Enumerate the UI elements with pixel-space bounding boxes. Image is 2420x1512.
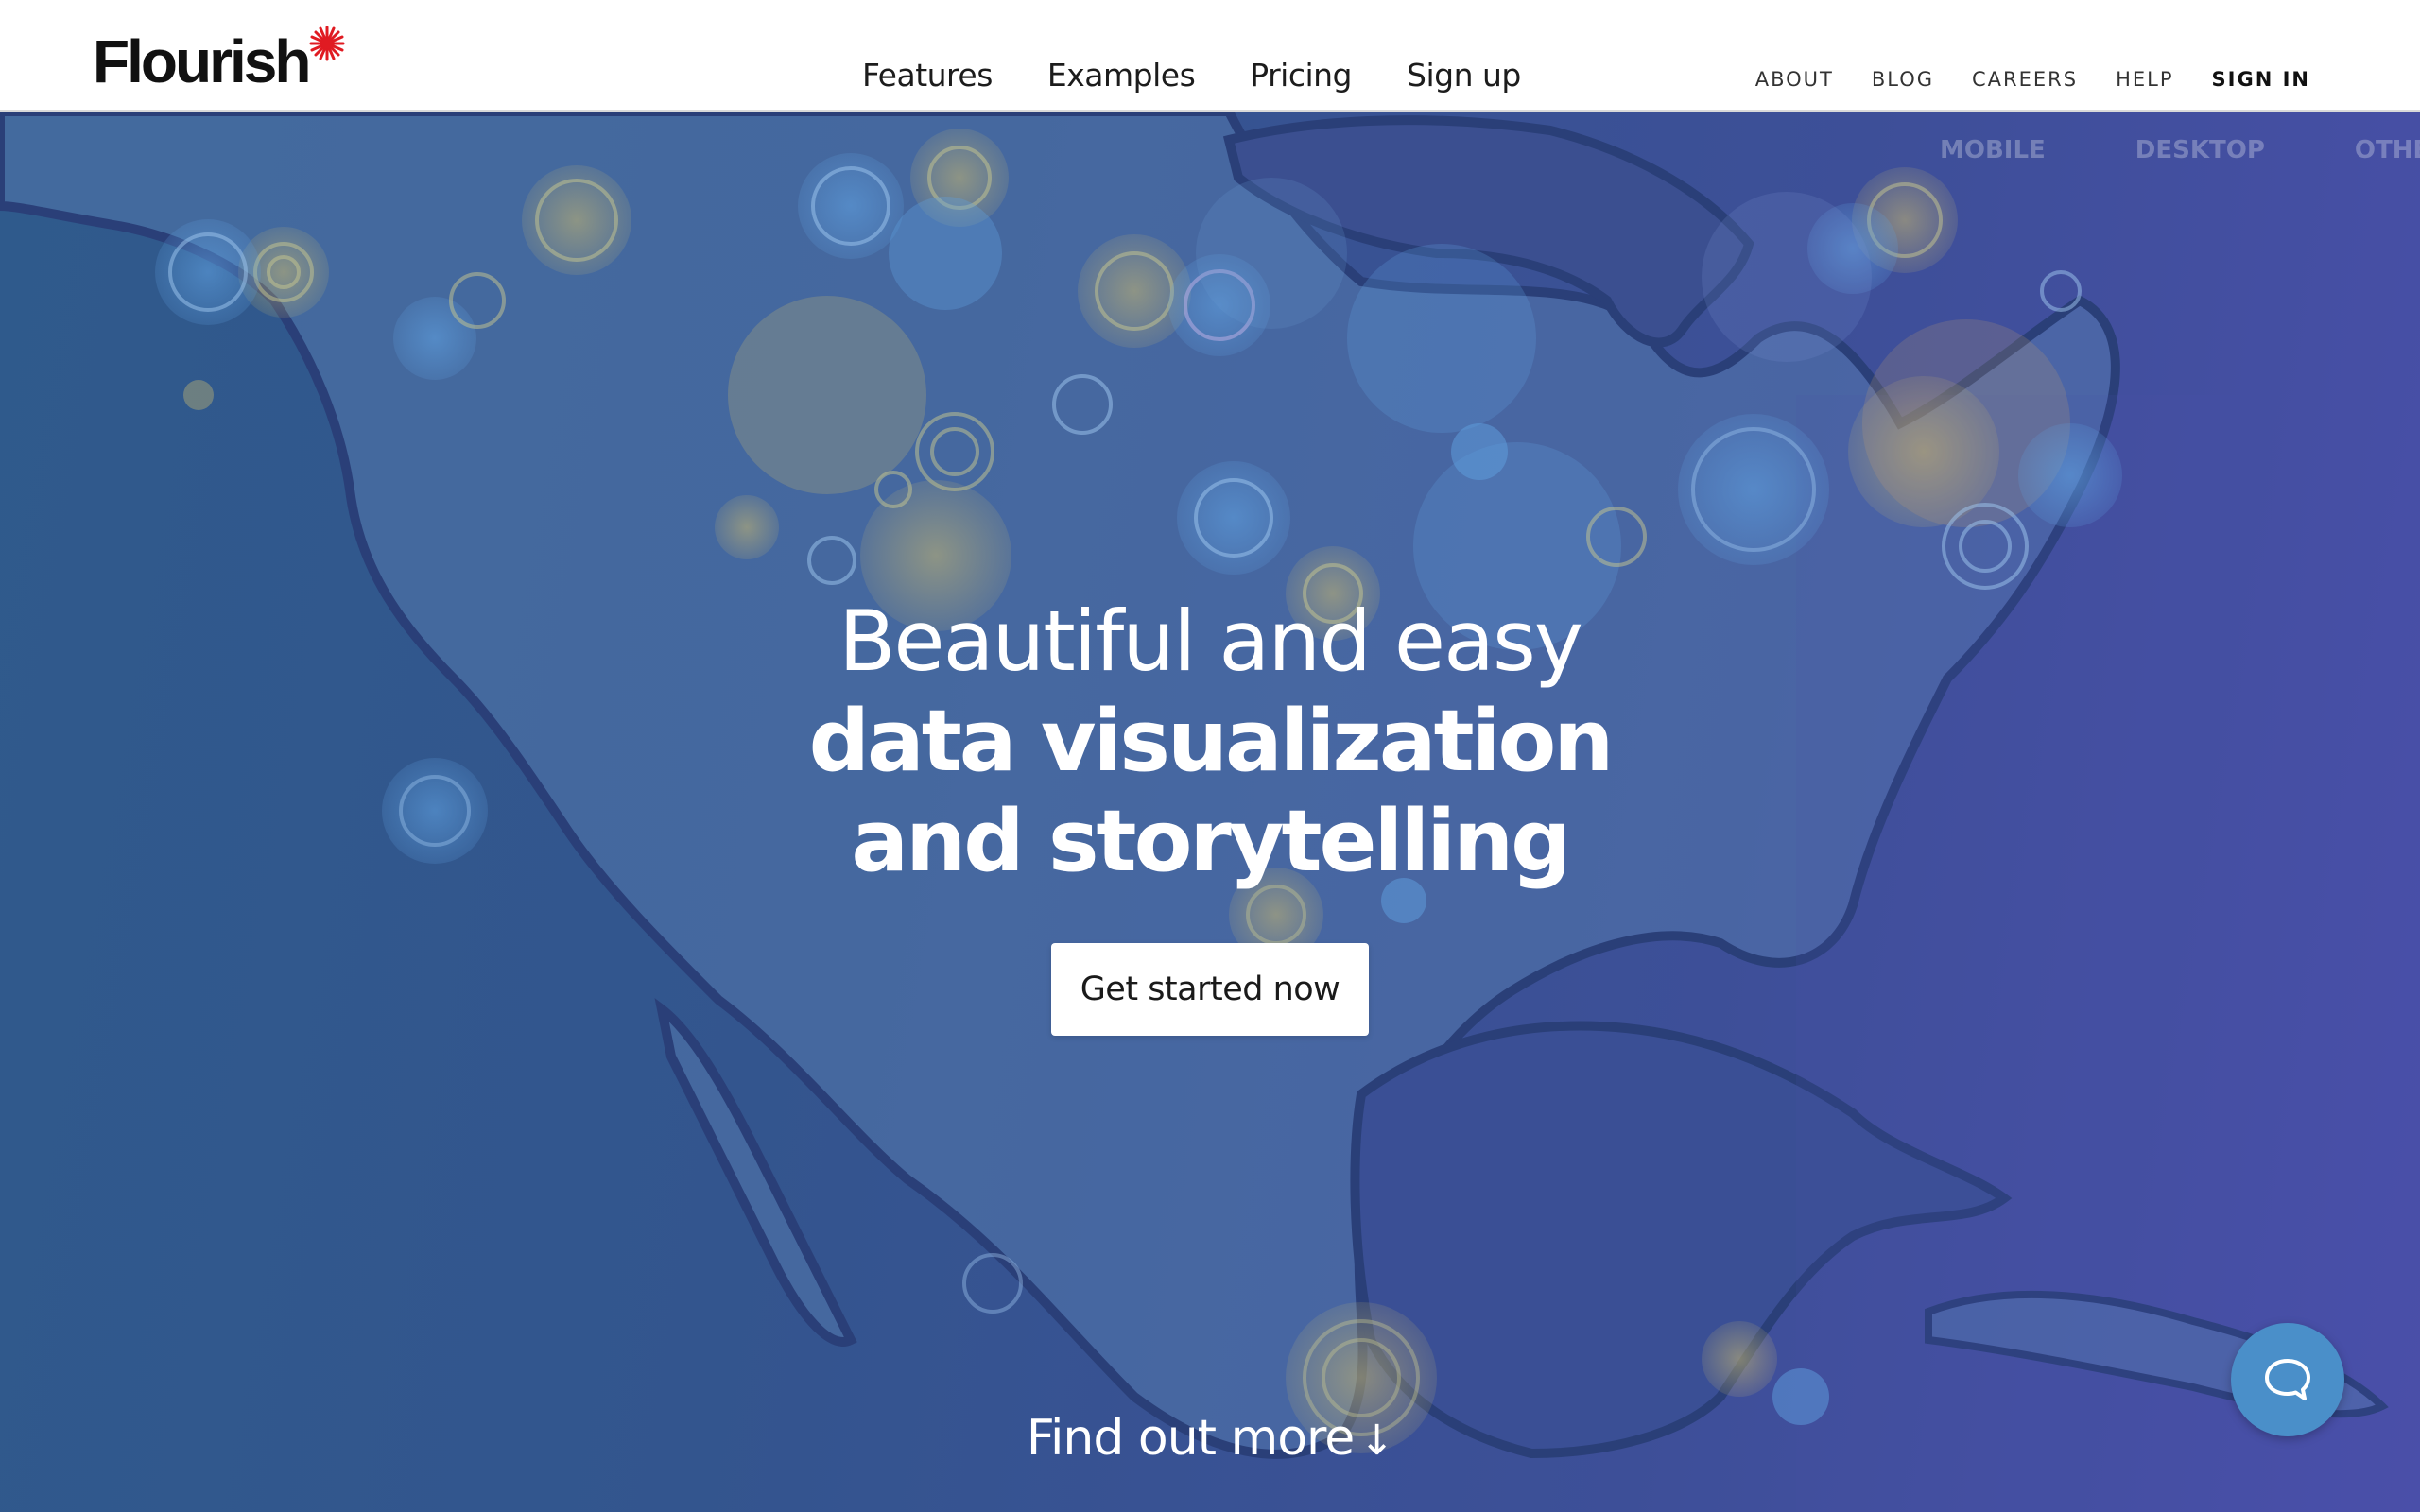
device-tab-other[interactable]: OTHER: [2355, 136, 2420, 164]
main-nav: Features Examples Pricing Sign up: [862, 49, 1576, 102]
device-tab-desktop[interactable]: DESKTOP: [2135, 136, 2265, 164]
logo-wordmark: Flourish: [93, 27, 311, 95]
chat-launcher-button[interactable]: [2231, 1323, 2344, 1436]
nav-careers[interactable]: CAREERS: [1972, 62, 2078, 96]
hero-section: MOBILE DESKTOP OTHER Beautiful and easy …: [0, 112, 2420, 1512]
nav-sign-up[interactable]: Sign up: [1407, 49, 1521, 102]
site-header: Flourish Features Examples Pricing Sign …: [0, 0, 2420, 112]
get-started-button[interactable]: Get started now: [1051, 943, 1369, 1036]
find-out-more-label: Find out more: [1026, 1410, 1355, 1467]
device-tabs: MOBILE DESKTOP OTHER: [1940, 136, 2420, 164]
flourish-logo[interactable]: Flourish: [93, 26, 346, 95]
nav-blog[interactable]: BLOG: [1872, 62, 1934, 96]
flourish-star-icon: [309, 26, 345, 61]
hero-headline: Beautiful and easy data visualization an…: [0, 592, 2420, 892]
headline-line-1: Beautiful and easy: [838, 593, 1583, 690]
nav-about[interactable]: ABOUT: [1755, 62, 1834, 96]
sign-in-link[interactable]: SIGN IN: [2212, 62, 2310, 96]
find-out-more-link[interactable]: Find out more ↓: [0, 1410, 2420, 1467]
nav-features[interactable]: Features: [862, 49, 993, 102]
device-tab-mobile[interactable]: MOBILE: [1940, 136, 2046, 164]
nav-pricing[interactable]: Pricing: [1250, 49, 1352, 102]
headline-line-3: and storytelling: [851, 792, 1571, 891]
utility-nav: ABOUT BLOG CAREERS HELP SIGN IN: [1718, 62, 2310, 96]
headline-line-2: data visualization: [808, 692, 1615, 791]
arrow-down-icon: ↓: [1359, 1417, 1394, 1465]
chat-bubble-icon: [2265, 1359, 2310, 1400]
nav-examples[interactable]: Examples: [1047, 49, 1196, 102]
nav-help[interactable]: HELP: [2116, 62, 2173, 96]
